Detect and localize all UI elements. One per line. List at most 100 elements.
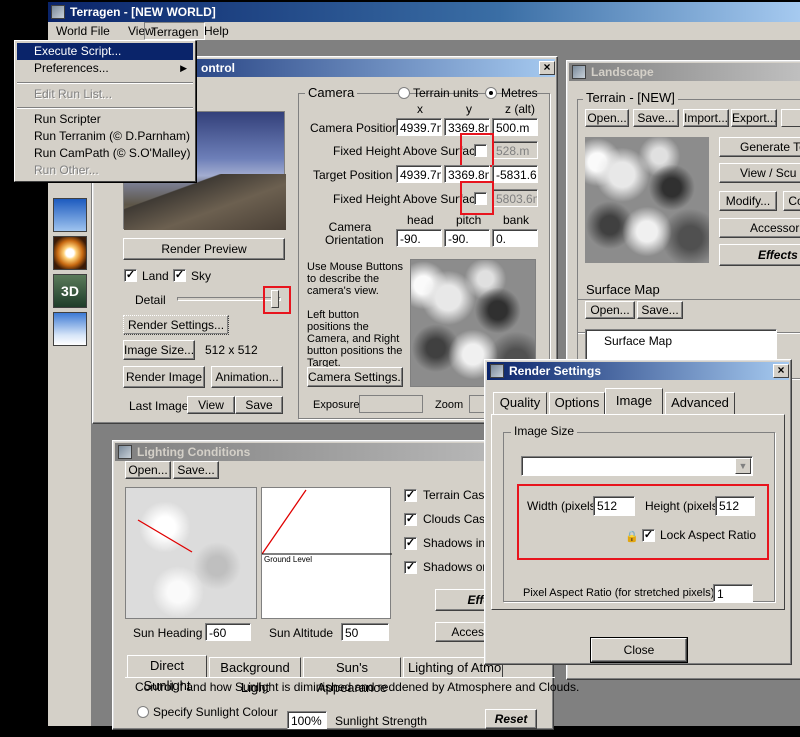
clouds-cast-label: Clouds Cast [423, 512, 489, 526]
pitch-field[interactable]: -90. [444, 229, 490, 247]
specify-sunlight-radio[interactable] [137, 706, 149, 718]
surface-save-button[interactable]: Save... [637, 301, 683, 319]
effects-button[interactable]: Effects [719, 244, 800, 266]
terrain-export-button[interactable]: Export... [731, 109, 777, 127]
main-titlebar: Terragen - [NEW WORLD] [48, 2, 800, 22]
landscape-icon [572, 65, 586, 79]
tab-background-light[interactable]: Background Light [209, 657, 301, 695]
tab-options[interactable]: Options [549, 392, 605, 414]
surface-map-title: Surface Map [583, 282, 663, 297]
modify-button[interactable]: Modify... [719, 191, 777, 211]
shadows-on-label: Shadows on [423, 560, 490, 574]
surface-open-button[interactable]: Open... [585, 301, 635, 319]
menu-item-preferences[interactable]: Preferences... ▶ [17, 60, 193, 77]
terrain-open-button[interactable]: Open... [585, 109, 629, 127]
lighting-save-button[interactable]: Save... [173, 461, 219, 479]
terrain-import-button[interactable]: Import... [683, 109, 729, 127]
head-field[interactable]: -90. [396, 229, 442, 247]
animation-button[interactable]: Animation... [211, 366, 283, 388]
image-size-button[interactable]: Image Size... [123, 340, 195, 360]
sun-altitude-label: Sun Altitude [269, 626, 334, 640]
reset-button[interactable]: Reset [485, 709, 537, 729]
tab-image[interactable]: Image [605, 388, 663, 414]
menu-item-run-campath[interactable]: Run CamPath (© S.O'Malley) [17, 145, 193, 162]
image-icon[interactable] [53, 312, 87, 346]
target-position-label: Target Position [313, 168, 393, 182]
generate-terrain-button[interactable]: Generate Te [719, 137, 800, 157]
chevron-down-icon[interactable]: ▼ [735, 458, 751, 474]
view-button[interactable]: View [187, 396, 235, 414]
sun-altitude-field[interactable]: 50 [341, 623, 389, 641]
image-size-preset-select[interactable]: ▼ [521, 456, 753, 476]
terrain-save-button[interactable]: Save... [633, 109, 679, 127]
surface-map-item[interactable]: Surface Map [604, 332, 672, 350]
sun-icon[interactable] [53, 236, 87, 270]
close-button[interactable]: Close [590, 637, 688, 663]
view-sculpt-button[interactable]: View / Scu [719, 163, 800, 183]
clouds-cast-checkbox[interactable]: ✓ [404, 513, 417, 526]
camera-z-field[interactable]: 500.m [492, 118, 538, 136]
x-header: x [417, 102, 423, 116]
accessories-button[interactable]: Accessorie [719, 218, 800, 238]
camera-x-field[interactable]: 4939.7m [396, 118, 442, 136]
menu-item-preferences-label: Preferences... [34, 61, 109, 75]
menu-terragen[interactable]: Terragen [144, 22, 206, 40]
menu-item-run-terranim[interactable]: Run Terranim (© D.Parnham) [17, 128, 193, 145]
pixel-aspect-label: Pixel Aspect Ratio (for stretched pixels… [523, 587, 715, 599]
metres-radio[interactable] [485, 87, 497, 99]
tab-advanced[interactable]: Advanced [665, 392, 735, 414]
shadows-in-checkbox[interactable]: ✓ [404, 537, 417, 550]
bank-field[interactable]: 0. [492, 229, 538, 247]
camera-fixed-height-field[interactable]: 528.m [492, 141, 538, 159]
lighting-open-button[interactable]: Open... [125, 461, 171, 479]
terrain-casts-checkbox[interactable]: ✓ [404, 489, 417, 502]
terrain-preview [585, 137, 709, 263]
sky-checkbox[interactable]: ✓ [173, 269, 186, 282]
z-header: z (alt) [505, 102, 535, 116]
sky-icon[interactable] [53, 198, 87, 232]
render-preview-button[interactable]: Render Preview [123, 238, 285, 260]
chevron-right-icon: ▶ [180, 63, 187, 73]
close-icon[interactable]: × [773, 364, 789, 378]
pixel-aspect-field[interactable]: 1 [713, 584, 753, 602]
target-z-field[interactable]: -5831.6m [492, 165, 538, 183]
render-settings-button[interactable]: Render Settings... [123, 315, 229, 335]
lighting-title: Lighting Conditions [137, 445, 251, 459]
menu-separator [17, 82, 193, 84]
3d-view-icon[interactable]: 3D [53, 274, 87, 308]
render-settings-titlebar: Render Settings [487, 362, 789, 380]
modify-extra-button[interactable]: Co [783, 191, 800, 211]
sun-heading-field[interactable]: -60 [205, 623, 251, 641]
surface-map-list[interactable]: Surface Map [585, 329, 777, 363]
tab-direct-sunlight[interactable]: Direct Sunlight [127, 655, 207, 693]
menu-world-file[interactable]: World File [50, 22, 116, 40]
menu-item-execute-script[interactable]: Execute Script... [17, 43, 193, 60]
tab-quality[interactable]: Quality [493, 392, 547, 414]
sky-label: Sky [191, 269, 212, 283]
highlight-camera-fixed [460, 133, 494, 167]
close-icon[interactable]: × [539, 61, 555, 75]
save-last-image-button[interactable]: Save [235, 396, 283, 414]
sun-heading-label: Sun Heading [133, 626, 203, 640]
menu-help[interactable]: Help [198, 22, 235, 40]
button-help-text: Left button positions the Camera, and Ri… [307, 309, 403, 369]
exposure-spinner[interactable] [359, 395, 423, 413]
pitch-header: pitch [456, 213, 482, 227]
terrain-extra-button[interactable] [781, 109, 800, 127]
camera-settings-button[interactable]: Camera Settings... [307, 367, 403, 387]
exposure-label: Exposure [313, 399, 360, 411]
menu-item-run-scripter[interactable]: Run Scripter [17, 111, 193, 128]
target-x-field[interactable]: 4939.7m [396, 165, 442, 183]
tab-suns-appearance[interactable]: Sun's Appearance [303, 657, 401, 695]
highlight-target-fixed [460, 181, 494, 215]
sunlight-strength-field[interactable]: 100% [287, 711, 327, 729]
land-checkbox[interactable]: ✓ [124, 269, 137, 282]
sun-altitude-graph[interactable]: Ground Level [261, 487, 392, 619]
terrain-units-radio[interactable] [398, 87, 410, 99]
render-image-button[interactable]: Render Image [123, 366, 205, 388]
target-fixed-height-field[interactable]: 5803.6m [492, 189, 538, 207]
shadows-on-checkbox[interactable]: ✓ [404, 561, 417, 574]
terragen-dropdown-menu: Execute Script... Preferences... ▶ Edit … [14, 40, 196, 182]
sun-map[interactable] [125, 487, 257, 619]
menu-item-run-other: Run Other... [34, 163, 99, 177]
